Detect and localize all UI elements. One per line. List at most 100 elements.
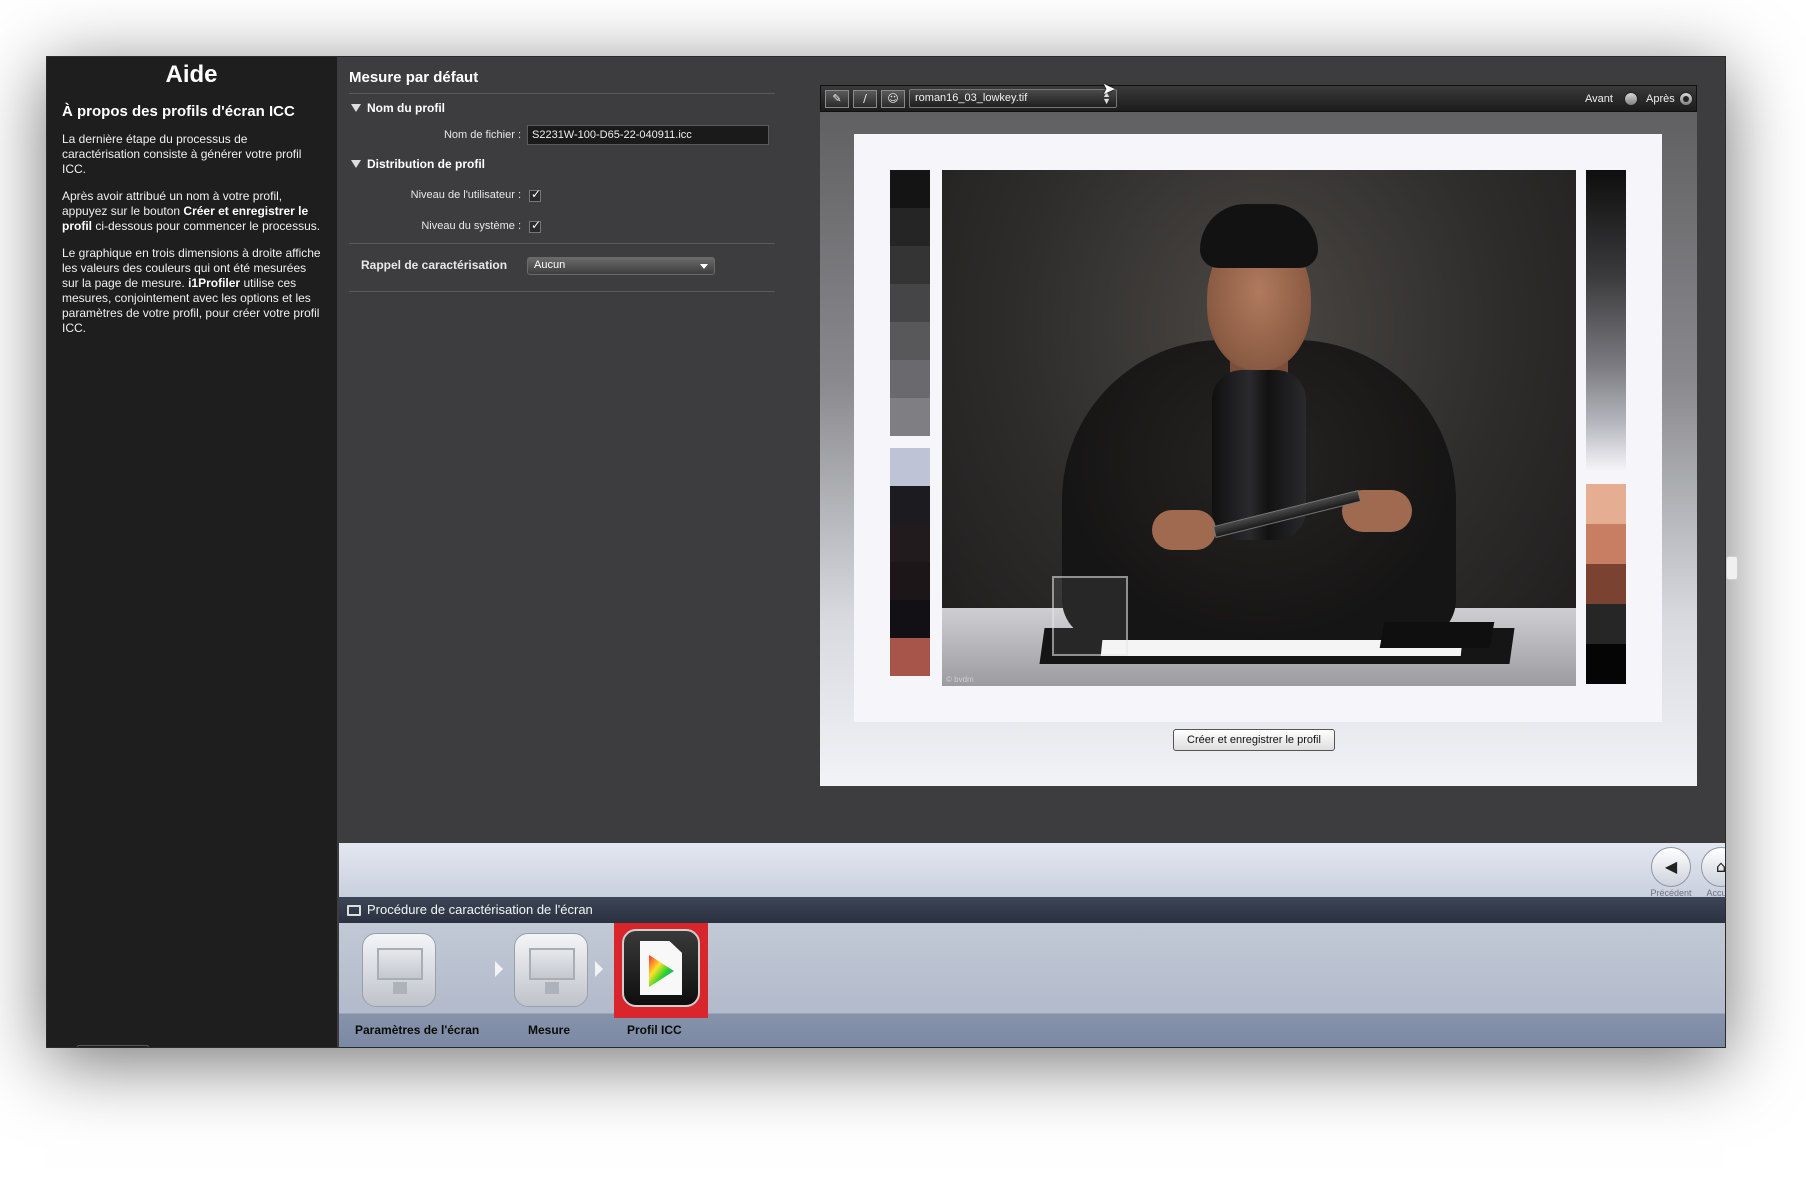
color-swatch bbox=[890, 322, 930, 360]
help-paragraph-1: La dernière étape du processus de caract… bbox=[62, 132, 302, 176]
color-swatch bbox=[1586, 564, 1626, 604]
create-save-profile-button[interactable]: Créer et enregistrer le profil bbox=[1173, 729, 1335, 751]
help-paragraph-3: Le graphique en trois dimensions à droit… bbox=[62, 246, 321, 336]
system-level-label: Niveau du système : bbox=[421, 220, 521, 232]
before-label: Avant bbox=[1585, 93, 1613, 105]
user-level-label: Niveau de l'utilisateur : bbox=[410, 189, 521, 201]
previous-button[interactable]: ◀ bbox=[1651, 847, 1691, 887]
portrait-icon: ☺ bbox=[887, 92, 899, 105]
color-swatch bbox=[1586, 604, 1626, 644]
color-swatch bbox=[890, 398, 930, 436]
home-icon: ⌂ bbox=[1715, 857, 1726, 876]
help-subtitle: À propos des profils d'écran ICC bbox=[62, 103, 295, 120]
system-level-checkbox[interactable] bbox=[529, 218, 541, 233]
reminder-label: Rappel de caractérisation bbox=[361, 258, 508, 272]
help-text: ci-dessous pour commencer le processus. bbox=[92, 219, 321, 233]
window-edge-scroll-knob[interactable] bbox=[1726, 556, 1738, 580]
section-title: Distribution de profil bbox=[367, 157, 485, 171]
monitor-stand bbox=[545, 982, 559, 994]
color-swatch bbox=[890, 284, 930, 322]
help-paragraph-2: Après avoir attribué un nom à votre prof… bbox=[62, 189, 321, 234]
color-swatch bbox=[890, 170, 930, 208]
color-swatch bbox=[890, 600, 930, 638]
step-label: Profil ICC bbox=[627, 1023, 682, 1037]
color-swatch bbox=[890, 246, 930, 284]
gradient-color-strip bbox=[1586, 170, 1626, 684]
chevron-down-icon bbox=[700, 264, 708, 269]
reminder-select-value: Aucun bbox=[534, 259, 566, 271]
color-gamut-icon bbox=[649, 955, 674, 987]
user-level-checkbox[interactable] bbox=[529, 187, 541, 202]
color-swatch bbox=[890, 486, 930, 524]
color-swatch bbox=[1586, 484, 1626, 524]
step-measure[interactable] bbox=[514, 933, 588, 1007]
measure-monitor-icon bbox=[529, 948, 575, 980]
help-bold-text: i1Profiler bbox=[188, 276, 241, 290]
monitor-icon bbox=[347, 905, 361, 916]
preview-photo: © bvdm bbox=[942, 170, 1576, 686]
app-window: Aide À propos des profils d'écran ICC La… bbox=[46, 56, 1726, 1048]
distribution-section-toggle[interactable]: Distribution de profil bbox=[351, 157, 485, 171]
step-icc-profile[interactable] bbox=[622, 929, 700, 1007]
skin-tone-swatches bbox=[1586, 484, 1626, 684]
step-arrow-icon bbox=[495, 961, 503, 977]
home-button[interactable]: ⌂ bbox=[1701, 847, 1726, 887]
step-label: Paramètres de l'écran bbox=[355, 1023, 480, 1037]
settings-title: Mesure par défaut bbox=[349, 69, 479, 86]
filename-label: Nom de fichier : bbox=[443, 129, 521, 141]
eyedropper-icon: ✎ bbox=[832, 92, 842, 105]
color-swatch bbox=[890, 562, 930, 600]
photo-person-hand bbox=[1152, 510, 1216, 550]
color-swatch bbox=[1586, 644, 1626, 684]
filename-input[interactable] bbox=[527, 125, 769, 145]
color-swatch bbox=[890, 208, 930, 246]
photo-credit: © bvdm bbox=[946, 675, 974, 684]
divider bbox=[349, 93, 775, 94]
color-swatch bbox=[890, 448, 930, 486]
workflow-header: Procédure de caractérisation de l'écran bbox=[339, 897, 1725, 923]
disclosure-triangle-icon bbox=[351, 160, 361, 168]
settings-panel: Mesure par défaut Nom du profil Nom de f… bbox=[339, 57, 779, 841]
help-resize-handle[interactable] bbox=[77, 1045, 149, 1047]
image-tool-button[interactable]: ☺ bbox=[881, 90, 905, 108]
curve-icon: ∕ bbox=[863, 92, 867, 105]
after-radio[interactable] bbox=[1679, 92, 1693, 106]
image-select-value: roman16_03_lowkey.tif bbox=[915, 92, 1028, 104]
profile-name-section-toggle[interactable]: Nom du profil bbox=[351, 101, 445, 115]
color-swatch bbox=[890, 638, 930, 676]
image-select[interactable]: roman16_03_lowkey.tif ▲ ▼ bbox=[909, 89, 1117, 108]
workflow-steps: Paramètres de l'écran Mesure Profil ICC bbox=[339, 923, 1725, 1047]
before-radio[interactable] bbox=[1624, 92, 1638, 106]
workflow-title: Procédure de caractérisation de l'écran bbox=[367, 902, 593, 917]
eyedropper-tool-button[interactable]: ✎ bbox=[825, 90, 849, 108]
monitor-stand bbox=[393, 982, 407, 994]
step-display-settings[interactable] bbox=[362, 933, 436, 1007]
step-arrow-icon bbox=[595, 961, 603, 977]
photo-pencil-glass bbox=[1052, 576, 1128, 656]
divider bbox=[349, 243, 775, 244]
color-swatch bbox=[890, 524, 930, 562]
grayscale-color-strip bbox=[890, 170, 930, 676]
disclosure-triangle-icon bbox=[351, 104, 361, 112]
preview-frame: © bvdm Créer et enregistrer le profil bbox=[820, 112, 1697, 786]
photo-box bbox=[1379, 622, 1495, 648]
color-swatch bbox=[1586, 524, 1626, 564]
icc-profile-icon bbox=[640, 941, 682, 995]
preview-toolbar: ✎ ∕ ☺ roman16_03_lowkey.tif ▲ ▼ Avant Apr… bbox=[820, 85, 1697, 112]
strip-gap bbox=[1586, 470, 1626, 484]
help-panel: Aide À propos des profils d'écran ICC La… bbox=[47, 57, 337, 1047]
mouse-cursor-icon: ➤ bbox=[1102, 79, 1116, 98]
curve-tool-button[interactable]: ∕ bbox=[853, 90, 877, 108]
navigation-bar: ◀ Précédent ⌂ Accueil bbox=[339, 843, 1726, 898]
strip-gap bbox=[890, 436, 930, 448]
after-label: Après bbox=[1646, 93, 1675, 105]
preview-card: © bvdm bbox=[854, 134, 1662, 722]
display-settings-icon bbox=[377, 948, 423, 980]
back-arrow-icon: ◀ bbox=[1664, 857, 1678, 876]
reminder-select[interactable]: Aucun bbox=[527, 257, 715, 275]
divider bbox=[349, 291, 775, 292]
help-title: Aide bbox=[165, 61, 218, 88]
gradient-swatch bbox=[1586, 170, 1626, 470]
section-title: Nom du profil bbox=[367, 101, 445, 115]
photo-person-hair bbox=[1200, 204, 1318, 268]
